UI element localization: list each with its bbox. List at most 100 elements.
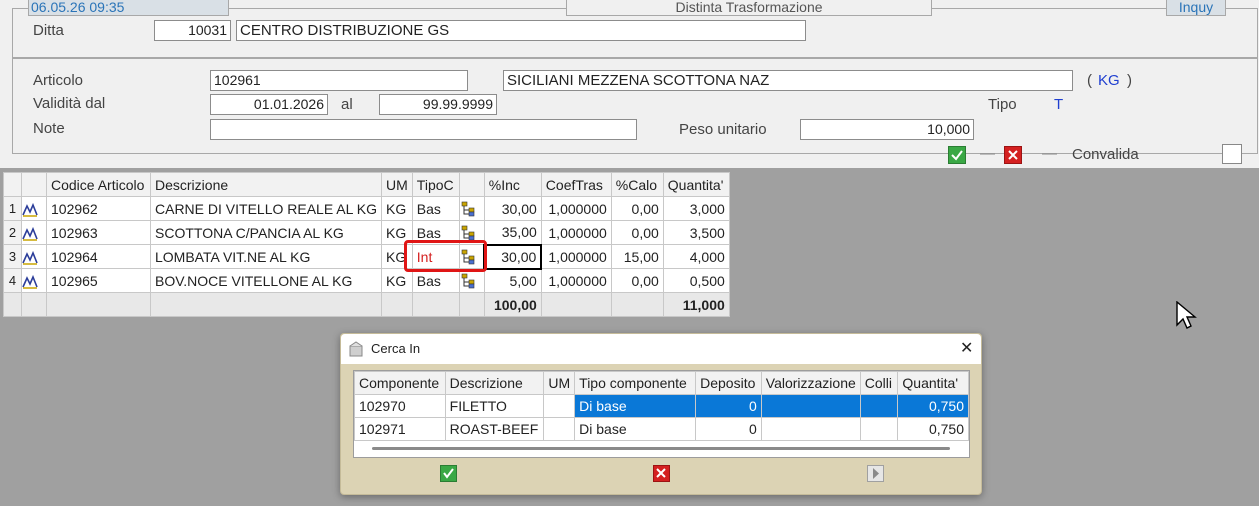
separator-dash: — bbox=[1042, 145, 1057, 162]
cell-descrizione[interactable]: LOMBATA VIT.NE AL KG bbox=[149, 244, 383, 269]
cell-quantita[interactable]: 4,000 bbox=[662, 244, 730, 269]
ditta-code-field[interactable]: 10031 bbox=[154, 20, 231, 41]
col-header-descrizione[interactable]: Descrizione bbox=[149, 172, 383, 197]
um-close-paren: ) bbox=[1127, 72, 1132, 89]
cell-componente[interactable]: 102971 bbox=[354, 417, 446, 441]
cell-um[interactable]: KG bbox=[381, 268, 413, 293]
cell-valorizzazione[interactable] bbox=[760, 394, 861, 418]
cell-deposito[interactable]: 0 bbox=[695, 417, 762, 441]
tree-icon[interactable] bbox=[458, 268, 485, 293]
cell-coeftras[interactable]: 1,000000 bbox=[540, 220, 612, 245]
cell-quantita[interactable]: 3,000 bbox=[662, 196, 730, 221]
cell-descrizione[interactable]: CARNE DI VITELLO REALE AL KG bbox=[149, 196, 383, 221]
articolo-description-field[interactable]: SICILIANI MEZZENA SCOTTONA NAZ bbox=[503, 70, 1073, 91]
col-header-deposito[interactable]: Deposito bbox=[695, 371, 762, 395]
col-header-codice[interactable]: Codice Articolo bbox=[46, 172, 151, 197]
cell-quantita[interactable]: 0,750 bbox=[897, 417, 969, 441]
chart-icon[interactable] bbox=[21, 268, 47, 293]
cancel-x-icon[interactable] bbox=[1004, 146, 1022, 164]
cell-deposito[interactable]: 0 bbox=[695, 394, 762, 418]
peso-unitario-field[interactable]: 10,000 bbox=[800, 119, 974, 140]
col-header-um[interactable]: UM bbox=[543, 371, 576, 395]
cell-coeftras[interactable]: 1,000000 bbox=[540, 196, 612, 221]
window-title: Distinta Trasformazione bbox=[566, 0, 932, 16]
cell-codice[interactable]: 102965 bbox=[46, 268, 151, 293]
cell-um[interactable] bbox=[543, 417, 576, 441]
cell-inc[interactable]: 5,00 bbox=[483, 268, 542, 293]
col-header-quantita[interactable]: Quantita' bbox=[662, 172, 730, 197]
articolo-code-field[interactable]: 102961 bbox=[210, 70, 468, 91]
cell-valorizzazione[interactable] bbox=[760, 417, 861, 441]
cell-inc[interactable]: 35,00 bbox=[483, 220, 542, 245]
table-row[interactable]: 102971 ROAST-BEEF Di base 0 0,750 bbox=[354, 417, 969, 441]
col-header-quantita[interactable]: Quantita' bbox=[897, 371, 969, 395]
table-row[interactable]: 2 102963 SCOTTONA C/PANCIA AL KG KG Bas … bbox=[3, 220, 730, 245]
confirm-check-icon[interactable] bbox=[948, 146, 966, 164]
table-row[interactable]: 4 102965 BOV.NOCE VITELLONE AL KG KG Bas… bbox=[3, 268, 730, 293]
cerca-in-dialog: Cerca In ✕ Componente Descrizione UM Tip… bbox=[340, 333, 982, 495]
confirm-check-icon[interactable] bbox=[440, 465, 457, 482]
cell-descrizione[interactable]: FILETTO bbox=[444, 394, 545, 418]
tree-icon[interactable] bbox=[458, 196, 485, 221]
cell-tipo-componente[interactable]: Di base bbox=[574, 394, 697, 418]
dialog-close-icon[interactable]: ✕ bbox=[960, 338, 973, 358]
chart-icon[interactable] bbox=[21, 220, 47, 245]
cell-codice[interactable]: 102963 bbox=[46, 220, 151, 245]
app-icon bbox=[349, 341, 363, 357]
cell-tipo-componente[interactable]: Di base bbox=[574, 417, 697, 441]
validita-to-field[interactable]: 99.99.9999 bbox=[379, 94, 497, 115]
highlight-box bbox=[404, 240, 487, 272]
cell-descrizione[interactable]: ROAST-BEEF bbox=[444, 417, 545, 441]
cell-colli[interactable] bbox=[859, 394, 899, 418]
cell-codice[interactable]: 102964 bbox=[46, 244, 151, 269]
chart-icon[interactable] bbox=[21, 196, 47, 221]
table-row[interactable]: 3 102964 LOMBATA VIT.NE AL KG KG Int 30,… bbox=[3, 243, 730, 270]
cell-inc[interactable]: 30,00 bbox=[483, 196, 542, 221]
grid-icon-header bbox=[21, 172, 47, 197]
cell-colli[interactable] bbox=[859, 417, 899, 441]
ditta-name-field[interactable]: CENTRO DISTRIBUZIONE GS bbox=[236, 20, 806, 41]
cell-codice[interactable]: 102962 bbox=[46, 196, 151, 221]
cell-calo[interactable]: 0,00 bbox=[610, 196, 664, 221]
cell-tipoc[interactable]: Bas bbox=[411, 196, 460, 221]
col-header-tree bbox=[458, 172, 485, 197]
col-header-descrizione[interactable]: Descrizione bbox=[444, 371, 545, 395]
cell-tipoc[interactable]: Bas bbox=[411, 268, 460, 293]
cell-descrizione[interactable]: SCOTTONA C/PANCIA AL KG bbox=[149, 220, 383, 245]
col-header-tipo-componente[interactable]: Tipo componente bbox=[574, 371, 697, 395]
totals-spacer bbox=[381, 292, 413, 317]
cell-um[interactable]: KG bbox=[381, 196, 413, 221]
cell-quantita[interactable]: 0,500 bbox=[662, 268, 730, 293]
cell-componente[interactable]: 102970 bbox=[354, 394, 446, 418]
ditta-label: Ditta bbox=[33, 22, 64, 39]
cell-descrizione[interactable]: BOV.NOCE VITELLONE AL KG bbox=[149, 268, 383, 293]
col-header-componente[interactable]: Componente bbox=[354, 371, 446, 395]
convalida-checkbox[interactable] bbox=[1222, 144, 1242, 164]
col-header-inc[interactable]: %Inc bbox=[483, 172, 542, 197]
cell-calo[interactable]: 0,00 bbox=[610, 220, 664, 245]
cell-calo[interactable]: 0,00 bbox=[610, 268, 664, 293]
cell-inc-focused[interactable]: 30,00 bbox=[483, 243, 543, 270]
next-arrow-icon[interactable] bbox=[867, 465, 884, 482]
col-header-valorizzazione[interactable]: Valorizzazione bbox=[760, 371, 861, 395]
dialog-titlebar[interactable]: Cerca In ✕ bbox=[341, 334, 981, 364]
note-field[interactable] bbox=[210, 119, 637, 140]
col-header-colli[interactable]: Colli bbox=[859, 371, 899, 395]
cancel-x-icon[interactable] bbox=[653, 465, 670, 482]
cell-coeftras[interactable]: 1,000000 bbox=[540, 244, 612, 269]
col-header-coeftras[interactable]: CoefTras bbox=[540, 172, 612, 197]
cell-coeftras[interactable]: 1,000000 bbox=[540, 268, 612, 293]
mode-badge: Inquy bbox=[1166, 0, 1226, 16]
cell-quantita[interactable]: 3,500 bbox=[662, 220, 730, 245]
cell-um[interactable] bbox=[543, 394, 576, 418]
chart-icon[interactable] bbox=[21, 244, 47, 269]
col-header-um[interactable]: UM bbox=[381, 172, 413, 197]
cell-calo[interactable]: 15,00 bbox=[610, 244, 664, 269]
col-header-tipoc[interactable]: TipoC bbox=[411, 172, 460, 197]
validita-from-field[interactable]: 01.01.2026 bbox=[210, 94, 328, 115]
table-row-selected[interactable]: 102970 FILETTO Di base 0 0,750 bbox=[354, 394, 969, 418]
cell-quantita[interactable]: 0,750 bbox=[897, 394, 969, 418]
table-row[interactable]: 1 102962 CARNE DI VITELLO REALE AL KG KG… bbox=[3, 196, 730, 221]
horizontal-scrollbar[interactable] bbox=[372, 447, 950, 450]
col-header-calo[interactable]: %Calo bbox=[610, 172, 664, 197]
